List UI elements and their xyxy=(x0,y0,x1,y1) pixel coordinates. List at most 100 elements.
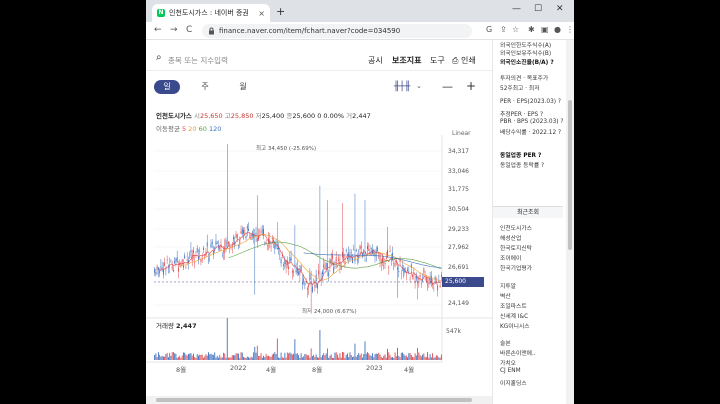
volume-bar xyxy=(315,354,317,360)
candle-body xyxy=(359,246,361,250)
volume-bar xyxy=(185,354,187,360)
candle-body xyxy=(181,259,183,263)
volume-bar xyxy=(423,353,425,360)
volume-bar xyxy=(223,352,224,360)
recent-stock-link[interactable]: KG이니시스 xyxy=(500,321,530,330)
page-scrollbar-thumb[interactable] xyxy=(568,100,572,250)
tab-title: 인천도시가스 : 네이버 증권 xyxy=(169,9,249,17)
candle-body xyxy=(166,259,168,261)
candle-body xyxy=(193,250,194,253)
close-window-button[interactable]: ✕ xyxy=(556,4,564,14)
share-icon[interactable]: ⇪ xyxy=(500,25,507,34)
volume-bar xyxy=(319,330,321,360)
recent-stock-link[interactable]: 조일파스트 xyxy=(500,301,527,310)
candle-body xyxy=(185,267,187,269)
volume-bar xyxy=(399,357,401,360)
volume-bar xyxy=(420,356,422,360)
recent-stock-link[interactable]: CJ ENM xyxy=(500,368,521,374)
browser-menu-icon[interactable]: ⋮ xyxy=(566,25,574,34)
back-button[interactable]: ← xyxy=(154,25,162,35)
volume-bar xyxy=(156,357,158,360)
maximize-button[interactable]: ☐ xyxy=(534,4,542,14)
recent-stock-link[interactable]: 가치오 xyxy=(500,358,516,367)
recent-stock-link[interactable]: 조이에이 xyxy=(500,253,521,262)
price-chart[interactable] xyxy=(146,40,492,404)
sidepanel-icon[interactable]: ▣ xyxy=(541,25,549,34)
volume-bar xyxy=(244,357,246,360)
volume-bar xyxy=(359,355,361,360)
address-bar[interactable]: finance.naver.com/item/fchart.naver?code… xyxy=(202,24,472,38)
volume-bar xyxy=(194,357,196,360)
volume-bar xyxy=(275,354,277,360)
candle-body xyxy=(279,254,281,256)
browser-tab-strip: N 인천도시가스 : 네이버 증권 × + — ☐ ✕ xyxy=(146,0,574,22)
volume-bar xyxy=(313,354,315,360)
candle-body xyxy=(210,243,212,248)
x-tick-label: 2023 xyxy=(366,364,383,372)
candle-body xyxy=(368,249,370,251)
recent-view-header[interactable]: 최근조회 xyxy=(493,206,563,218)
candle-body xyxy=(245,236,247,239)
volume-bar xyxy=(374,354,376,360)
volume-bar xyxy=(170,355,172,360)
browser-tab[interactable]: N 인천도시가스 : 네이버 증권 × xyxy=(152,4,270,22)
volume-bar xyxy=(269,356,271,360)
profile-avatar-icon[interactable]: ● xyxy=(554,25,561,34)
volume-bar xyxy=(229,357,231,360)
volume-bar xyxy=(219,354,221,360)
candle-body xyxy=(427,284,429,286)
candle-body xyxy=(314,285,316,288)
forward-button[interactable]: → xyxy=(170,25,178,35)
recent-stock-link[interactable]: 한국기업평가 xyxy=(500,263,532,272)
chart-scrollbar[interactable] xyxy=(146,396,492,404)
volume-bar xyxy=(340,357,342,360)
recent-stock-link[interactable]: 벽산 xyxy=(500,291,511,300)
candle-body xyxy=(211,241,213,244)
recent-stock-link[interactable]: 인천도시가스 xyxy=(500,223,532,232)
recent-stock-link[interactable]: 지투알 xyxy=(500,281,516,290)
recent-stock-link[interactable]: 이지홀딩스 xyxy=(500,378,527,387)
recent-stock-link[interactable]: 신세계 I&C xyxy=(500,311,528,320)
volume-bar xyxy=(220,357,222,360)
new-tab-button[interactable]: + xyxy=(276,5,285,18)
volume-bar xyxy=(353,356,355,360)
page-scrollbar[interactable] xyxy=(566,40,574,404)
volume-bar xyxy=(196,354,198,360)
minimize-button[interactable]: — xyxy=(512,4,521,14)
candle-body xyxy=(303,278,305,282)
volume-bar xyxy=(268,355,270,360)
volume-bar xyxy=(344,357,346,360)
extensions-icon[interactable]: ✱ xyxy=(528,25,535,34)
candle-body xyxy=(283,264,285,266)
volume-bar xyxy=(301,357,303,360)
candle-body xyxy=(432,283,434,285)
info-row: 외국인소진율(B/A) ? xyxy=(500,60,554,66)
candle-body xyxy=(308,285,310,288)
recent-stock-link[interactable]: 바른손이앤에.. xyxy=(500,348,536,357)
volume-bar xyxy=(167,357,169,360)
y-tick-label: 24,149 xyxy=(448,300,469,307)
bookmark-star-icon[interactable]: ☆ xyxy=(512,25,519,34)
volume-bar xyxy=(373,357,375,360)
info-row: 52주최고 · 최저 xyxy=(500,86,540,92)
volume-bar xyxy=(226,318,228,360)
volume-bar xyxy=(299,357,301,360)
reload-button[interactable]: C xyxy=(186,25,192,35)
google-lens-icon[interactable]: G xyxy=(486,25,492,34)
recent-stock-link[interactable]: 한국토지신탁 xyxy=(500,243,532,252)
volume-bar xyxy=(258,356,259,360)
candle-body xyxy=(218,245,219,247)
volume-bar xyxy=(393,357,395,360)
volume-bar xyxy=(228,357,229,360)
candle-body xyxy=(215,240,217,245)
volume-bar xyxy=(204,356,206,360)
recent-stock-link[interactable]: 해성산업 xyxy=(500,233,521,242)
volume-bar xyxy=(274,352,276,360)
candle-body xyxy=(337,266,338,267)
candle-body xyxy=(263,228,265,236)
x-tick-label: 8월 xyxy=(312,366,323,374)
candle-body xyxy=(248,228,249,231)
chart-scrollbar-thumb[interactable] xyxy=(156,398,472,402)
tab-close-icon[interactable]: × xyxy=(258,9,265,18)
recent-stock-link[interactable]: 솔본 xyxy=(500,338,511,347)
